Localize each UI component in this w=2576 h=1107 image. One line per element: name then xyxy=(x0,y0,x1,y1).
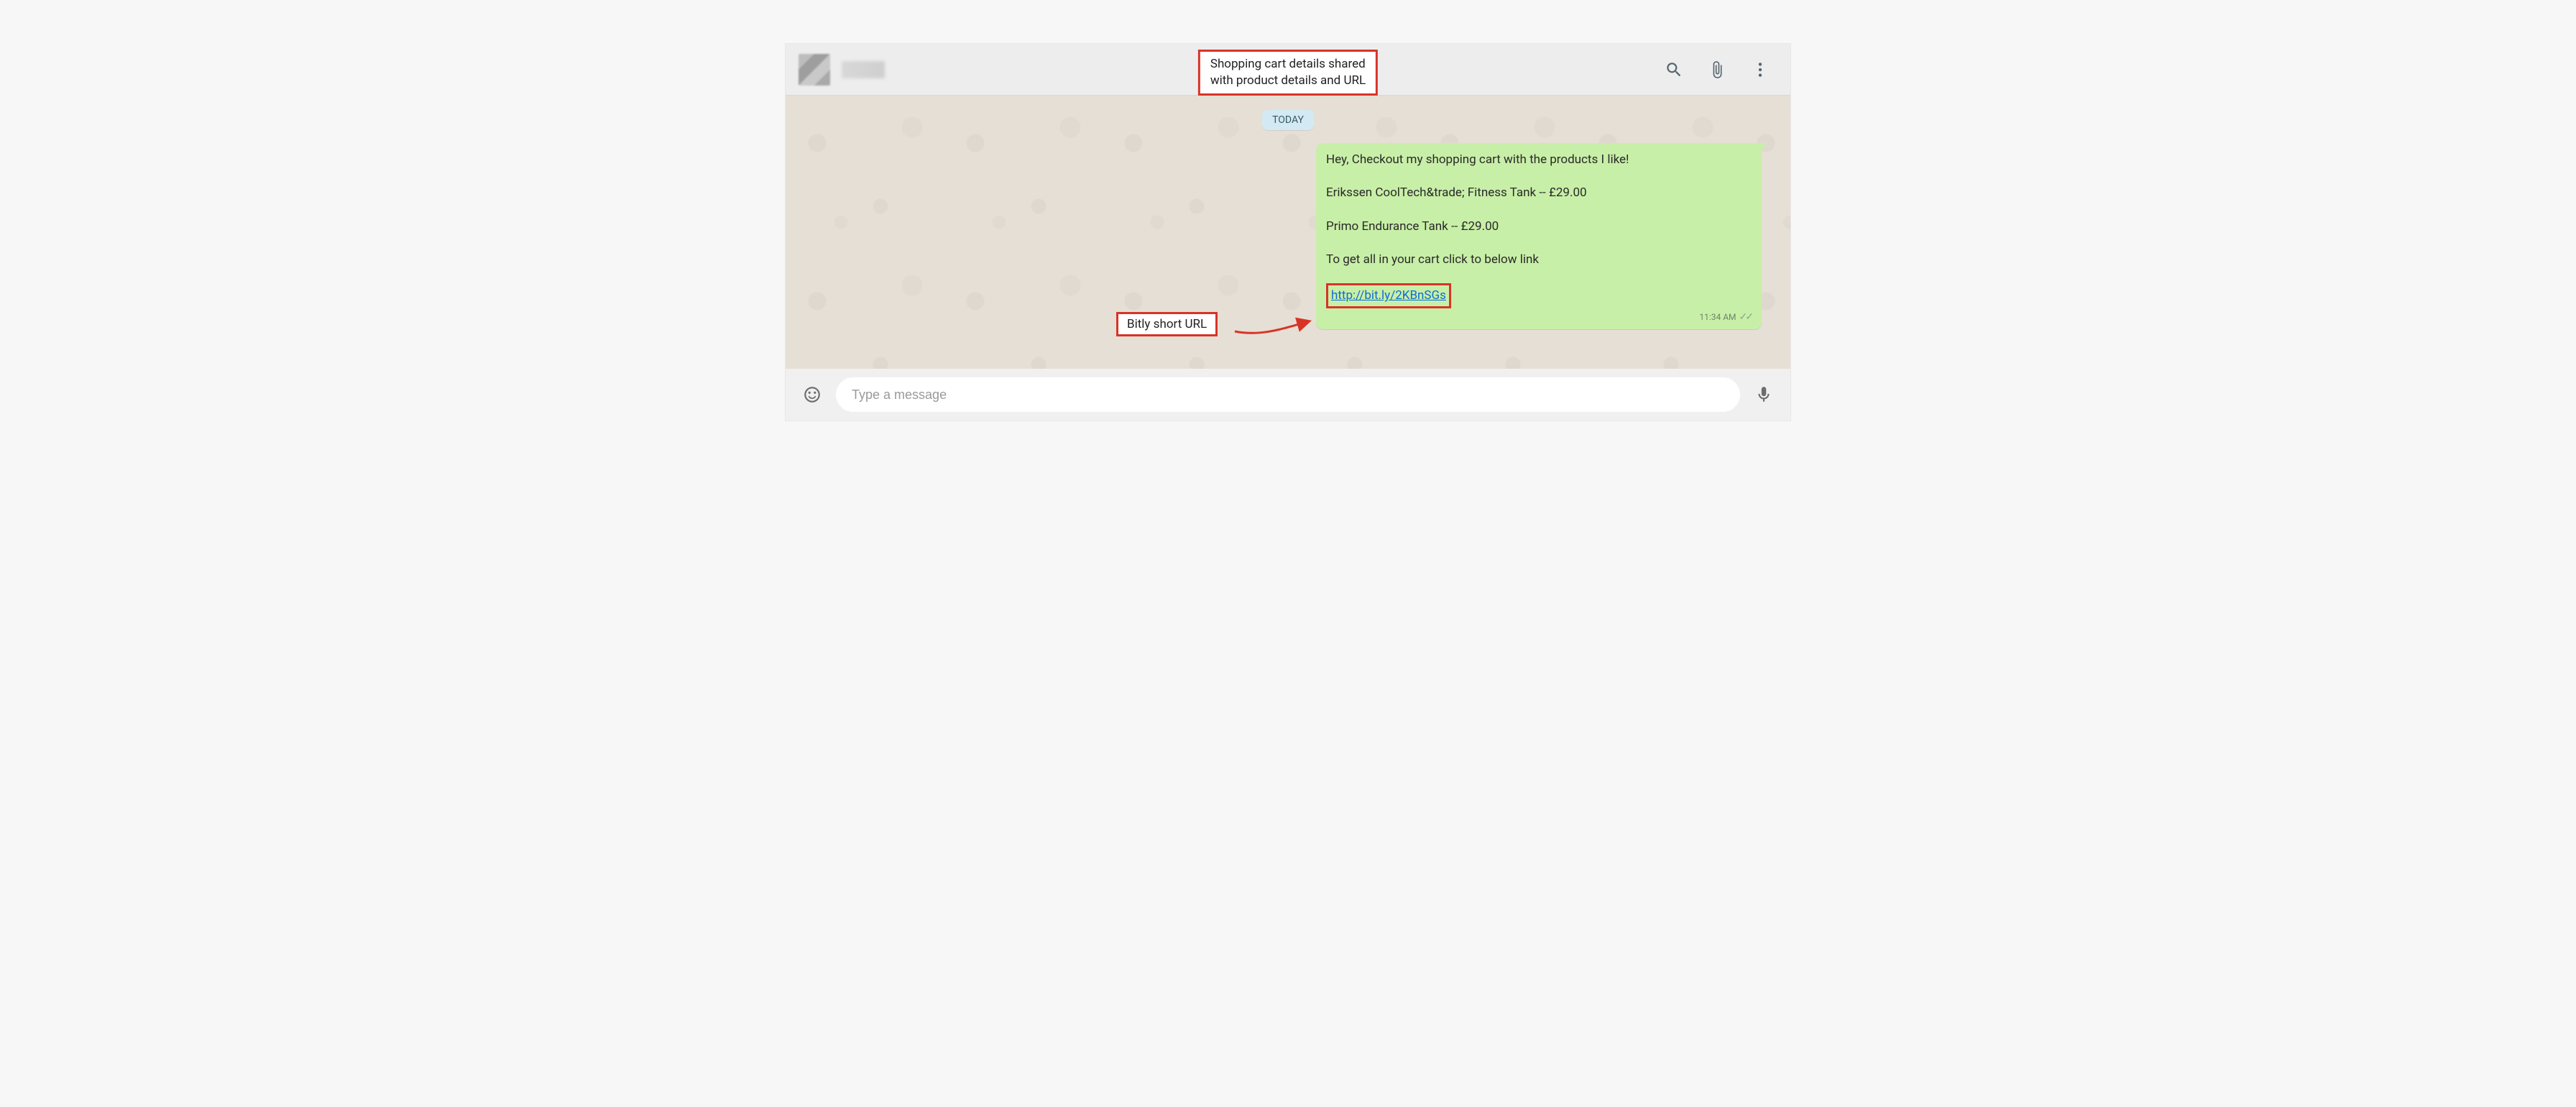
message-input[interactable] xyxy=(836,377,1740,412)
message-line: Hey, Checkout my shopping cart with the … xyxy=(1326,150,1752,169)
contact-avatar[interactable] xyxy=(799,54,830,86)
message-line: To get all in your cart click to below l… xyxy=(1326,250,1752,269)
message-line: Primo Endurance Tank -- £29.00 xyxy=(1326,217,1752,236)
search-icon[interactable] xyxy=(1657,52,1691,87)
paperclip-icon[interactable] xyxy=(1700,52,1734,87)
chat-body: TODAY Hey, Checkout my shopping cart wit… xyxy=(786,96,1790,369)
chat-header: Shopping cart details shared with produc… xyxy=(786,44,1790,96)
annotation-top-line1: Shopping cart details shared with produc… xyxy=(1210,56,1366,89)
message-input-bar xyxy=(786,369,1790,421)
outgoing-message-bubble: Hey, Checkout my shopping cart with the … xyxy=(1316,143,1762,329)
annotation-left-text: Bitly short URL xyxy=(1127,317,1207,331)
microphone-icon[interactable] xyxy=(1750,381,1777,408)
contact-name[interactable] xyxy=(842,61,885,78)
annotation-top-callout: Shopping cart details shared with produc… xyxy=(1198,50,1378,96)
date-chip: TODAY xyxy=(1262,110,1314,130)
kebab-menu-icon[interactable] xyxy=(1743,52,1777,87)
annotation-arrow xyxy=(1231,311,1317,340)
chat-app-frame: Shopping cart details shared with produc… xyxy=(785,43,1791,421)
message-time: 11:34 AM xyxy=(1699,311,1736,324)
message-line: Erikssen CoolTech&trade; Fitness Tank --… xyxy=(1326,183,1752,202)
read-ticks-icon: ✓✓ xyxy=(1739,310,1752,326)
bitly-link[interactable]: http://bit.ly/2KBnSGs xyxy=(1326,283,1451,308)
annotation-left-callout: Bitly short URL xyxy=(1116,312,1218,336)
message-meta: 11:34 AM ✓✓ xyxy=(1326,310,1752,326)
emoji-icon[interactable] xyxy=(799,381,826,408)
